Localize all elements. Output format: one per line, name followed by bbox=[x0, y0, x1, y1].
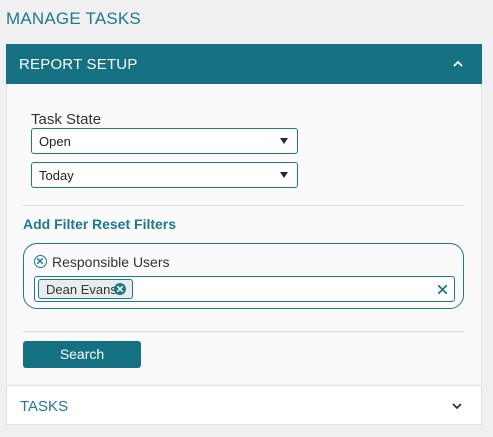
date-range-value: Today bbox=[39, 168, 74, 183]
caret-down-icon bbox=[280, 138, 288, 144]
user-tag: Dean Evans bbox=[38, 279, 133, 299]
add-filter-link[interactable]: Add Filter bbox=[23, 216, 88, 232]
clear-selection-icon[interactable] bbox=[438, 285, 447, 294]
reset-filters-link[interactable]: Reset Filters bbox=[92, 216, 176, 232]
responsible-users-filter: Responsible Users Dean Evans bbox=[23, 243, 464, 309]
report-setup-title: REPORT SETUP bbox=[19, 56, 138, 73]
chevron-down-icon[interactable] bbox=[451, 400, 463, 412]
tasks-title: TASKS bbox=[20, 398, 69, 415]
page-title: MANAGE TASKS bbox=[6, 9, 141, 28]
filter-title: Responsible Users bbox=[52, 254, 170, 270]
divider bbox=[23, 205, 464, 206]
report-setup-header[interactable]: REPORT SETUP bbox=[6, 44, 482, 84]
task-state-label: Task State bbox=[31, 111, 102, 128]
remove-filter-icon[interactable] bbox=[34, 255, 47, 268]
remove-tag-icon[interactable] bbox=[114, 283, 126, 295]
user-tag-label: Dean Evans bbox=[46, 282, 117, 297]
tasks-header[interactable]: TASKS bbox=[6, 385, 482, 425]
responsible-users-input[interactable]: Dean Evans bbox=[34, 276, 455, 302]
date-range-select[interactable]: Today bbox=[31, 162, 298, 188]
caret-down-icon bbox=[280, 172, 288, 178]
search-button[interactable]: Search bbox=[23, 341, 141, 368]
task-state-value: Open bbox=[39, 134, 71, 149]
task-state-select[interactable]: Open bbox=[31, 128, 298, 154]
divider bbox=[23, 331, 464, 332]
chevron-up-icon[interactable] bbox=[452, 58, 464, 70]
